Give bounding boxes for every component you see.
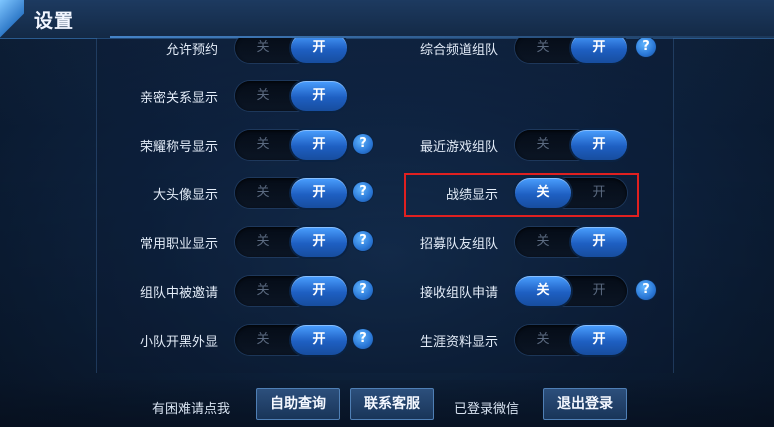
toggle-on-option[interactable]: 开 [571,227,627,257]
settings-scroll-area[interactable]: 允许预约 关 开 亲密关系显示 关 开 荣耀称号显示 关 开 ? 大头像显示 关… [0,38,774,373]
help-icon[interactable]: ? [353,182,373,202]
toggle-off-option[interactable]: 关 [515,227,571,257]
self-service-button[interactable]: 自助查询 [256,388,340,420]
help-icon[interactable]: ? [353,231,373,251]
setting-label: 亲密关系显示 [139,91,218,106]
toggle-allow-reservation[interactable]: 关 开 [235,38,347,63]
toggle-on-option[interactable]: 开 [571,325,627,355]
setting-label: 接收组队申请 [419,286,498,301]
toggle-general-channel-team[interactable]: 关 开 [515,38,627,63]
setting-row-accept-team-request: 接收组队申请 关 开 ? [400,274,670,308]
toggle-on-option[interactable]: 开 [291,178,347,208]
help-icon[interactable]: ? [636,280,656,300]
toggle-off-option[interactable]: 关 [235,276,291,306]
contact-service-button[interactable]: 联系客服 [350,388,434,420]
setting-label: 常用职业显示 [139,237,218,252]
setting-label: 生涯资料显示 [419,335,498,350]
login-status-text: 已登录微信 [454,402,520,417]
setting-label: 大头像显示 [152,188,218,203]
setting-row-honor-title-display: 荣耀称号显示 关 开 ? [110,128,380,162]
logout-button[interactable]: 退出登录 [543,388,627,420]
help-icon[interactable]: ? [353,134,373,154]
toggle-honor-title-display[interactable]: 关 开 [235,130,347,160]
help-icon[interactable]: ? [353,329,373,349]
setting-row-recent-game-team: 最近游戏组队 关 开 [400,128,670,162]
setting-label: 战绩显示 [445,188,498,203]
setting-label: 招募队友组队 [419,237,498,252]
toggle-career-profile-display[interactable]: 关 开 [515,325,627,355]
toggle-off-option[interactable]: 关 [515,276,571,306]
toggle-off-option[interactable]: 关 [515,325,571,355]
setting-label: 小队开黑外显 [139,335,218,350]
header-accent [0,0,24,38]
toggle-recruit-teammate-team[interactable]: 关 开 [515,227,627,257]
setting-row-squad-display: 小队开黑外显 关 开 ? [110,323,380,357]
setting-row-allow-reservation: 允许预约 关 开 [110,38,380,65]
toggle-off-option[interactable]: 关 [235,325,291,355]
setting-label: 综合频道组队 [419,43,498,58]
header-bar: 设置 [0,0,774,39]
setting-row-recruit-teammate-team: 招募队友组队 关 开 [400,225,670,259]
toggle-big-avatar-display[interactable]: 关 开 [235,178,347,208]
toggle-off-option[interactable]: 关 [515,38,571,63]
setting-label: 最近游戏组队 [419,140,498,155]
toggle-on-option[interactable]: 开 [571,38,627,63]
toggle-on-option[interactable]: 开 [571,276,627,306]
toggle-on-option[interactable]: 开 [291,81,347,111]
toggle-off-option[interactable]: 关 [235,130,291,160]
toggle-on-option[interactable]: 开 [291,227,347,257]
toggle-invited-in-team[interactable]: 关 开 [235,276,347,306]
toggle-common-class-display[interactable]: 关 开 [235,227,347,257]
toggle-off-option[interactable]: 关 [235,81,291,111]
setting-row-common-class-display: 常用职业显示 关 开 ? [110,225,380,259]
toggle-on-option[interactable]: 开 [571,130,627,160]
toggle-off-option[interactable]: 关 [235,178,291,208]
toggle-off-option[interactable]: 关 [235,38,291,63]
toggle-off-option[interactable]: 关 [235,227,291,257]
setting-row-general-channel-team: 综合频道组队 关 开 ? [400,38,670,65]
help-icon[interactable]: ? [353,280,373,300]
help-icon[interactable]: ? [636,38,656,57]
setting-label: 荣耀称号显示 [139,140,218,155]
setting-row-big-avatar-display: 大头像显示 关 开 ? [110,176,380,210]
toggle-off-option[interactable]: 关 [515,178,571,208]
setting-row-invited-in-team: 组队中被邀请 关 开 ? [110,274,380,308]
page-title: 设置 [34,10,75,32]
toggle-on-option[interactable]: 开 [291,276,347,306]
toggle-accept-team-request[interactable]: 关 开 [515,276,627,306]
toggle-squad-display[interactable]: 关 开 [235,325,347,355]
toggle-on-option[interactable]: 开 [291,130,347,160]
toggle-recent-game-team[interactable]: 关 开 [515,130,627,160]
setting-label: 组队中被邀请 [139,286,218,301]
toggle-on-option[interactable]: 开 [291,325,347,355]
toggle-on-option[interactable]: 开 [291,38,347,63]
setting-row-record-display: 战绩显示 关 开 [400,176,670,210]
help-prompt-text: 有困难请点我 [152,402,231,417]
toggle-off-option[interactable]: 关 [515,130,571,160]
setting-row-intimacy-display: 亲密关系显示 关 开 [110,79,380,113]
toggle-intimacy-display[interactable]: 关 开 [235,81,347,111]
toggle-on-option[interactable]: 开 [571,178,627,208]
setting-label: 允许预约 [165,43,218,58]
setting-row-career-profile-display: 生涯资料显示 关 开 [400,323,670,357]
footer-bar: 有困难请点我 自助查询 联系客服 已登录微信 退出登录 [0,380,774,427]
toggle-record-display[interactable]: 关 开 [515,178,627,208]
